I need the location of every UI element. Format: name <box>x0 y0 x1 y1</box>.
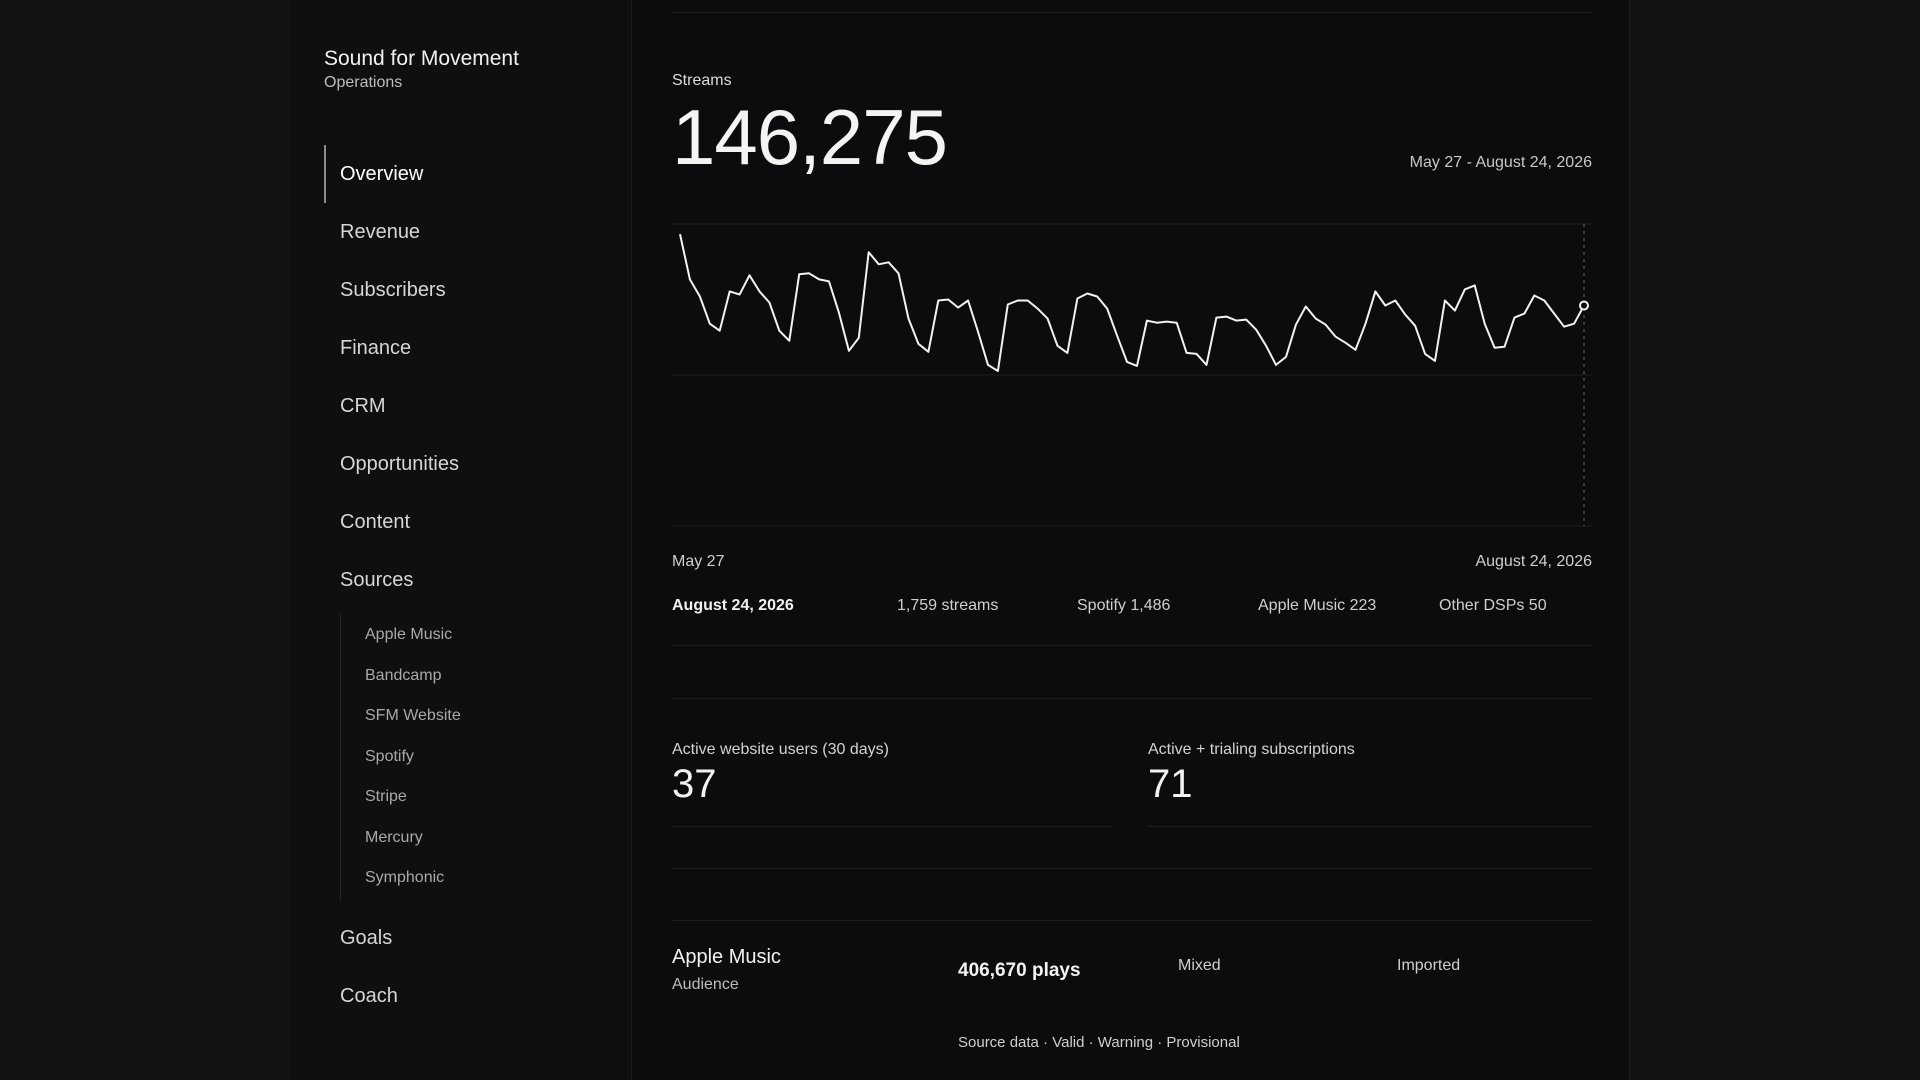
subnav-item-bandcamp[interactable]: Bandcamp <box>341 656 624 697</box>
main-content: Streams 146,275 May 27 - August 24, 2026… <box>672 0 1592 1080</box>
nav-item-opportunities[interactable]: Opportunities <box>324 435 624 493</box>
streams-series-line <box>679 233 1585 372</box>
sources-subnav: Apple Music Bandcamp SFM Website Spotify… <box>340 613 624 901</box>
brand-subtitle: Operations <box>324 74 403 91</box>
subnav-item-apple-music[interactable]: Apple Music <box>341 615 624 656</box>
divider <box>672 645 1592 646</box>
divider <box>672 920 1592 921</box>
source-card-status: Imported <box>1397 957 1461 974</box>
brand-title: Sound for Movement <box>324 47 519 70</box>
streams-line-chart[interactable] <box>672 220 1592 530</box>
nav-item-crm[interactable]: CRM <box>324 377 624 435</box>
streams-total: 146,275 <box>672 93 948 181</box>
nav-item-goals[interactable]: Goals <box>324 909 624 967</box>
x-axis-start-label: May 27 <box>672 553 725 570</box>
streams-label: Streams <box>672 72 732 89</box>
date-range[interactable]: May 27 - August 24, 2026 <box>1410 154 1592 172</box>
divider <box>672 826 1112 827</box>
selected-spotify: Spotify 1,486 <box>1077 597 1171 614</box>
nav-item-revenue[interactable]: Revenue <box>324 203 624 261</box>
sidebar: Sound for Movement Operations Overview R… <box>290 0 632 1080</box>
source-card-title[interactable]: Apple Music <box>672 946 781 969</box>
selected-point[interactable] <box>1579 300 1589 311</box>
main-nav: Overview Revenue Subscribers Finance CRM… <box>324 145 624 1025</box>
divider <box>1148 826 1592 827</box>
kpi-subscriptions-label: Active + trialing subscriptions <box>1148 741 1355 758</box>
kpi-users-value: 37 <box>672 762 717 806</box>
divider <box>672 12 1592 13</box>
subnav-item-symphonic[interactable]: Symphonic <box>341 858 624 899</box>
selected-apple-music: Apple Music 223 <box>1258 597 1377 614</box>
subnav-item-sfm-website[interactable]: SFM Website <box>341 696 624 737</box>
source-card-mix: Mixed <box>1178 957 1221 974</box>
subnav-item-stripe[interactable]: Stripe <box>341 777 624 818</box>
nav-item-coach[interactable]: Coach <box>324 967 624 1025</box>
selected-date: August 24, 2026 <box>672 597 794 614</box>
x-axis-end-label: August 24, 2026 <box>1475 553 1592 570</box>
source-card-plays: 406,670 plays <box>958 960 1081 981</box>
kpi-subscriptions-value: 71 <box>1148 762 1193 806</box>
nav-item-sources[interactable]: Sources <box>324 551 624 609</box>
kpi-users-label: Active website users (30 days) <box>672 741 889 758</box>
nav-item-finance[interactable]: Finance <box>324 319 624 377</box>
divider <box>672 868 1592 869</box>
nav-item-content[interactable]: Content <box>324 493 624 551</box>
nav-item-subscribers[interactable]: Subscribers <box>324 261 624 319</box>
source-card-subtitle: Audience <box>672 976 739 993</box>
divider <box>672 698 1592 699</box>
selected-streams: 1,759 streams <box>897 597 999 614</box>
subnav-item-mercury[interactable]: Mercury <box>341 818 624 859</box>
nav-item-overview[interactable]: Overview <box>324 145 624 203</box>
subnav-item-spotify[interactable]: Spotify <box>341 737 624 778</box>
source-card-note: Source data · Valid · Warning · Provisio… <box>958 1034 1240 1051</box>
selected-other-dsps: Other DSPs 50 <box>1439 597 1547 614</box>
